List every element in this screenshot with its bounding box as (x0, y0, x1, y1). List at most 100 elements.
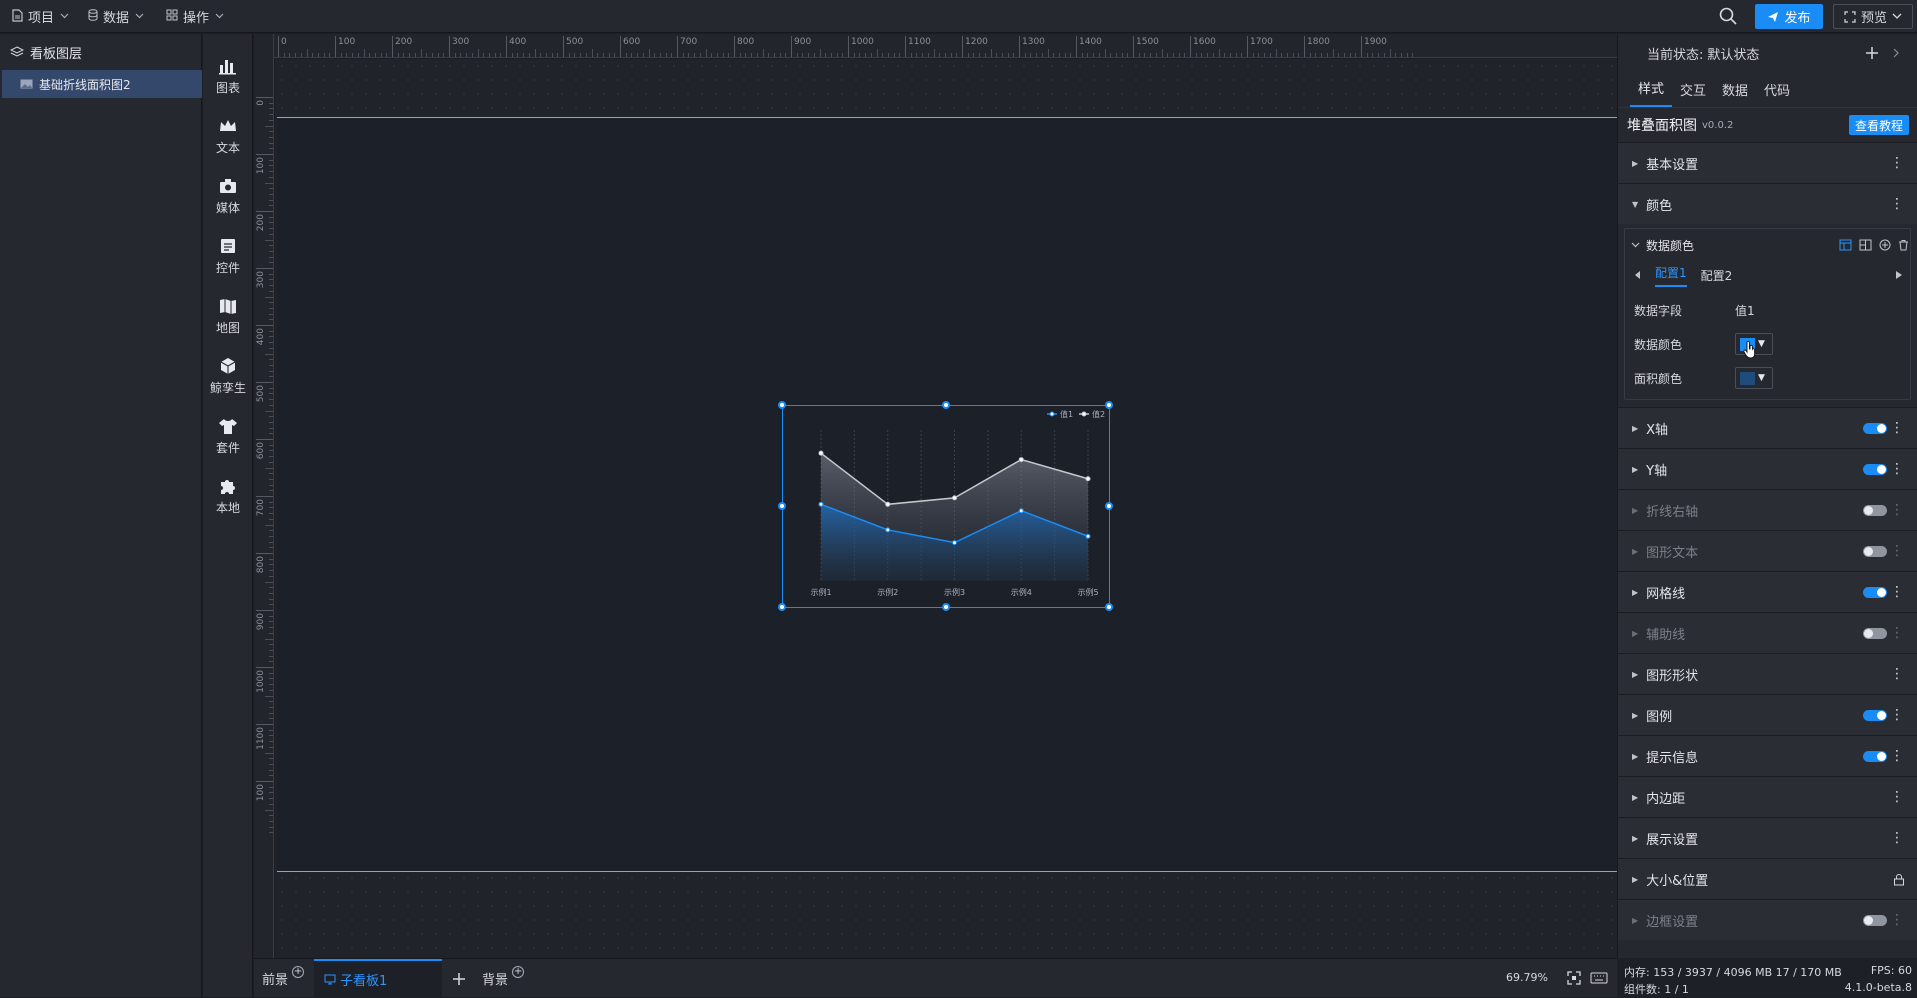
more-vertical-icon[interactable]: ⋮ (1890, 667, 1904, 681)
more-vertical-icon[interactable]: ⋮ (1890, 708, 1904, 722)
section-toggle[interactable] (1863, 751, 1887, 762)
resize-handle-nw[interactable] (778, 401, 786, 409)
resize-handle-se[interactable] (1105, 603, 1113, 611)
more-vertical-icon[interactable]: ⋮ (1890, 421, 1904, 435)
section-item[interactable]: ▶ 辅助线 ⋮ (1618, 612, 1917, 653)
section-color[interactable]: ▼ 颜色 ⋮ (1618, 183, 1917, 224)
data-point[interactable] (952, 540, 957, 546)
data-color-header[interactable]: 数据颜色 (1625, 229, 1910, 261)
tool-control[interactable]: 控件 (203, 228, 253, 284)
legend-label[interactable]: 值1 (1060, 409, 1073, 419)
tool-chart[interactable]: 图表 (203, 48, 253, 104)
data-point[interactable] (818, 450, 824, 456)
trash-icon[interactable] (1898, 239, 1909, 251)
tab-code[interactable]: 代码 (1756, 80, 1798, 107)
more-vertical-icon[interactable]: ⋮ (1890, 913, 1904, 927)
layer-item[interactable]: 基础折线面积图2 (2, 70, 202, 98)
menu-project[interactable]: 项目 (12, 0, 69, 33)
chart-widget[interactable]: 示例1 示例2 示例3 示例4 示例5 值1 值2 (778, 401, 1113, 611)
view-tutorial-button[interactable]: 查看教程 (1848, 115, 1909, 135)
more-vertical-icon[interactable]: ⋮ (1890, 503, 1904, 517)
table-layout-icon[interactable] (1839, 239, 1852, 251)
tab-style[interactable]: 样式 (1630, 78, 1673, 107)
resize-handle-n[interactable] (942, 401, 950, 409)
zoom-level[interactable]: 69.79% (1506, 971, 1548, 984)
section-item[interactable]: ▶ 图例 ⋮ (1618, 694, 1917, 735)
section-item[interactable]: ▶ 折线右轴 ⋮ (1618, 489, 1917, 530)
resize-handle-sw[interactable] (778, 603, 786, 611)
more-vertical-icon[interactable]: ⋮ (1890, 790, 1904, 804)
menu-data[interactable]: 数据 (88, 0, 144, 33)
section-toggle[interactable] (1863, 587, 1887, 598)
more-vertical-icon[interactable]: ⋮ (1890, 626, 1904, 640)
section-basic[interactable]: ▶ 基本设置 ⋮ (1618, 142, 1917, 183)
config-tab-1[interactable]: 配置1 (1655, 264, 1687, 287)
section-toggle[interactable] (1863, 628, 1887, 639)
tool-kit[interactable]: 套件 (203, 408, 253, 464)
data-point[interactable] (1018, 508, 1024, 514)
section-toggle[interactable] (1863, 464, 1887, 475)
area-color-picker[interactable]: ▼ (1735, 367, 1773, 389)
tab-foreground[interactable]: 前景 + (262, 959, 305, 998)
add-circle-icon[interactable] (1879, 239, 1891, 251)
tool-text[interactable]: 文本 (203, 108, 253, 164)
more-vertical-icon[interactable]: ⋮ (1890, 585, 1904, 599)
section-item[interactable]: ▶ 网格线 ⋮ (1618, 571, 1917, 612)
search-button[interactable] (1718, 6, 1740, 28)
data-point[interactable] (1018, 457, 1024, 463)
add-circle-icon[interactable]: + (512, 965, 525, 978)
tool-twin[interactable]: 鲸孪生 (203, 348, 253, 404)
data-point[interactable] (1085, 533, 1091, 539)
section-toggle[interactable] (1863, 423, 1887, 434)
caret-right-icon[interactable] (1896, 271, 1902, 279)
chevron-right-icon[interactable] (1893, 48, 1900, 58)
section-toggle[interactable] (1863, 915, 1887, 926)
section-item[interactable]: ▶ 大小&位置 (1618, 858, 1917, 899)
section-toggle[interactable] (1863, 710, 1887, 721)
tab-data[interactable]: 数据 (1714, 80, 1756, 107)
data-point[interactable] (1085, 476, 1091, 482)
tab-background[interactable]: 背景 + (482, 959, 525, 998)
section-toggle[interactable] (1863, 546, 1887, 557)
more-vertical-icon[interactable]: ⋮ (1890, 831, 1904, 845)
section-item[interactable]: ▶ Y轴 ⋮ (1618, 448, 1917, 489)
fit-screen-icon[interactable] (1567, 971, 1581, 985)
resize-handle-w[interactable] (778, 502, 786, 510)
more-vertical-icon[interactable]: ⋮ (1890, 544, 1904, 558)
tool-local[interactable]: 本地 (203, 468, 253, 524)
config-tab-2[interactable]: 配置2 (1701, 267, 1733, 284)
section-item[interactable]: ▶ 内边距 ⋮ (1618, 776, 1917, 817)
add-board-button[interactable] (452, 959, 466, 998)
caret-left-icon[interactable] (1635, 271, 1641, 279)
more-vertical-icon[interactable]: ⋮ (1890, 462, 1904, 476)
data-point[interactable] (885, 527, 891, 533)
more-vertical-icon[interactable]: ⋮ (1890, 197, 1904, 211)
more-vertical-icon[interactable]: ⋮ (1890, 156, 1904, 170)
menu-operation[interactable]: 操作 (166, 0, 224, 33)
resize-handle-e[interactable] (1105, 502, 1113, 510)
tab-interaction[interactable]: 交互 (1672, 80, 1714, 107)
section-item[interactable]: ▶ 提示信息 ⋮ (1618, 735, 1917, 776)
legend-label[interactable]: 值2 (1092, 409, 1105, 419)
data-point[interactable] (952, 495, 957, 501)
state-value[interactable]: 默认状态 (1707, 44, 1759, 63)
resize-handle-ne[interactable] (1105, 401, 1113, 409)
lock-icon[interactable] (1893, 873, 1905, 886)
plus-icon[interactable] (1865, 46, 1879, 60)
section-item[interactable]: ▶ 图形文本 ⋮ (1618, 530, 1917, 571)
data-point[interactable] (885, 501, 891, 507)
tab-sub-board[interactable]: 子看板1 (314, 959, 442, 998)
more-vertical-icon[interactable]: ⋮ (1890, 749, 1904, 763)
add-circle-icon[interactable]: + (292, 965, 305, 978)
section-item[interactable]: ▶ X轴 ⋮ (1618, 407, 1917, 448)
section-item[interactable]: ▶ 图形形状 ⋮ (1618, 653, 1917, 694)
publish-button[interactable]: 发布 (1755, 4, 1823, 29)
keyboard-icon[interactable] (1590, 972, 1608, 984)
grid-layout-icon[interactable] (1859, 239, 1872, 251)
resize-handle-s[interactable] (942, 603, 950, 611)
preview-button[interactable]: 预览 (1833, 4, 1913, 29)
tool-map[interactable]: 地图 (203, 288, 253, 344)
section-item[interactable]: ▶ 边框设置 ⋮ (1618, 899, 1917, 940)
section-item[interactable]: ▶ 展示设置 ⋮ (1618, 817, 1917, 858)
data-point[interactable] (818, 501, 824, 507)
